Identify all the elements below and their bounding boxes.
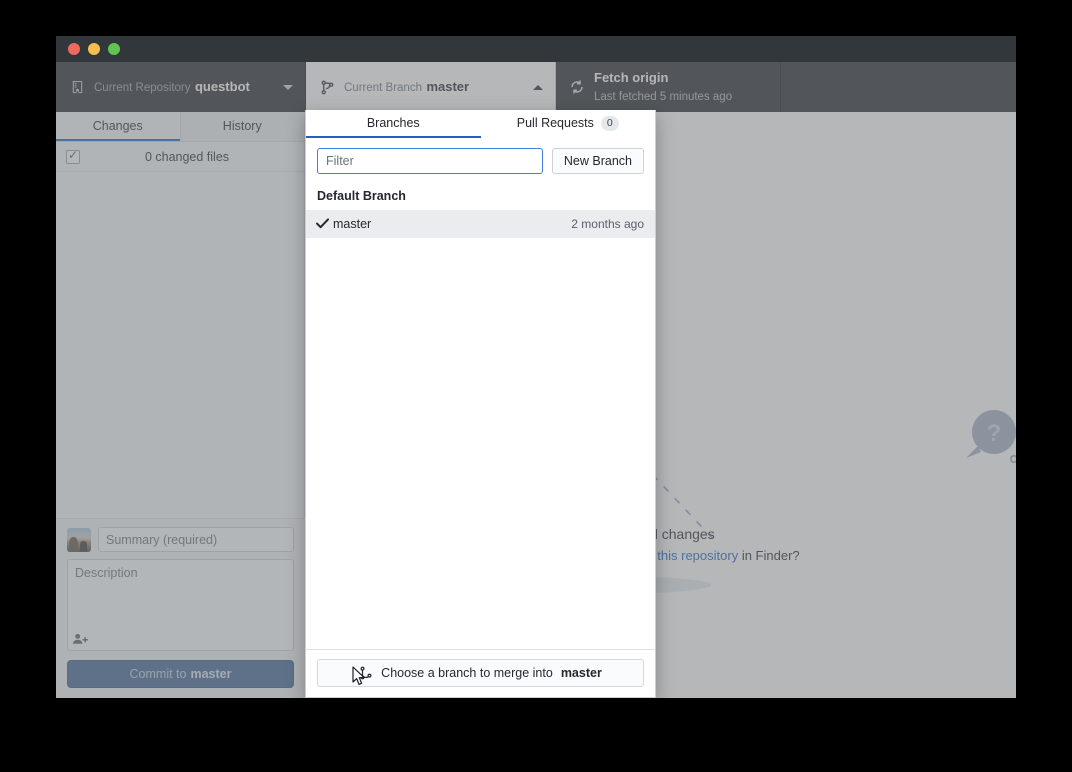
left-sidebar: Changes History 0 changed files <box>56 112 305 698</box>
open-repository-link[interactable]: this repository <box>657 548 738 563</box>
commit-button-label: Commit to <box>129 667 187 681</box>
summary-row <box>67 527 294 552</box>
git-merge-icon <box>359 666 373 680</box>
tab-changes[interactable]: Changes <box>56 112 180 141</box>
merge-bar: Choose a branch to merge into master <box>306 649 655 697</box>
commit-button-branch: master <box>190 667 232 681</box>
new-branch-button[interactable]: New Branch <box>551 148 644 174</box>
minimize-window-button[interactable] <box>88 43 100 55</box>
branch-list-item-master[interactable]: master 2 months ago <box>306 210 655 238</box>
branch-group-header: Default Branch <box>317 189 406 203</box>
git-branch-icon <box>316 80 338 95</box>
maximize-window-button[interactable] <box>108 43 120 55</box>
branch-date-label: 2 months ago <box>571 217 644 231</box>
open-repo-suffix: in Finder? <box>738 548 800 563</box>
sync-refresh-icon <box>566 79 588 95</box>
commit-description-input[interactable] <box>68 560 293 632</box>
tab-branches-label: Branches <box>366 116 420 130</box>
branch-dropdown-foldout: Branches Pull Requests 0 New Branch Defa… <box>305 110 656 698</box>
merge-button-prefix: Choose a branch to merge into <box>381 666 553 680</box>
branch-text: Current Branch master <box>338 78 531 96</box>
tab-history[interactable]: History <box>179 112 304 141</box>
commit-description-box <box>67 559 294 651</box>
fetch-text: Fetch origin Last fetched 5 minutes ago <box>588 69 770 105</box>
tab-history-label: History <box>222 118 262 133</box>
sidebar-tabbar: Changes History <box>56 112 304 142</box>
branch-name-label: master <box>333 217 372 231</box>
svg-text:?: ? <box>987 420 1002 447</box>
current-repository-button[interactable]: Current Repository questbot <box>56 62 306 112</box>
commit-form: Commit to master <box>56 518 305 698</box>
branch-filter-input[interactable] <box>317 148 543 174</box>
add-person-icon[interactable] <box>73 632 91 646</box>
chevron-up-icon <box>531 84 545 91</box>
avatar <box>67 527 91 552</box>
toolbar-filler <box>781 62 1016 112</box>
tab-changes-label: Changes <box>92 118 143 133</box>
fetch-origin-button[interactable]: Fetch origin Last fetched 5 minutes ago <box>556 62 781 112</box>
fetch-title: Fetch origin <box>594 70 669 85</box>
repo-book-icon <box>66 80 88 95</box>
tab-branches[interactable]: Branches <box>306 110 481 138</box>
close-window-button[interactable] <box>68 43 80 55</box>
app-toolbar: Current Repository questbot Current Bran… <box>56 62 1016 112</box>
branch-filter-row: New Branch <box>306 138 655 183</box>
changed-files-header: 0 changed files <box>56 142 304 172</box>
commit-button[interactable]: Commit to master <box>67 660 294 688</box>
current-branch-button[interactable]: Current Branch master <box>306 62 556 112</box>
check-icon <box>316 217 333 232</box>
foldout-tabbar: Branches Pull Requests 0 <box>306 110 655 138</box>
branch-name: master <box>426 79 470 94</box>
commit-summary-input[interactable] <box>98 527 294 552</box>
chevron-down-icon <box>281 84 295 91</box>
repository-label: Current Repository <box>94 82 191 94</box>
branch-label: Current Branch <box>344 82 422 94</box>
repository-name: questbot <box>194 79 250 94</box>
title-bar <box>56 36 1016 62</box>
changed-files-list[interactable] <box>56 172 304 517</box>
repository-text: Current Repository questbot <box>88 78 281 96</box>
choose-branch-to-merge-button[interactable]: Choose a branch to merge into master <box>317 659 644 687</box>
tab-pull-requests[interactable]: Pull Requests 0 <box>480 110 655 138</box>
branch-list[interactable]: Default Branch master 2 months ago <box>306 183 655 649</box>
changed-files-count: 0 changed files <box>144 149 230 164</box>
fetch-subtitle: Last fetched 5 minutes ago <box>594 91 733 103</box>
tab-pull-requests-label: Pull Requests <box>516 116 594 130</box>
merge-button-branch: master <box>560 666 602 680</box>
pull-requests-count-badge: 0 <box>600 115 619 131</box>
select-all-files-checkbox[interactable] <box>66 148 80 164</box>
